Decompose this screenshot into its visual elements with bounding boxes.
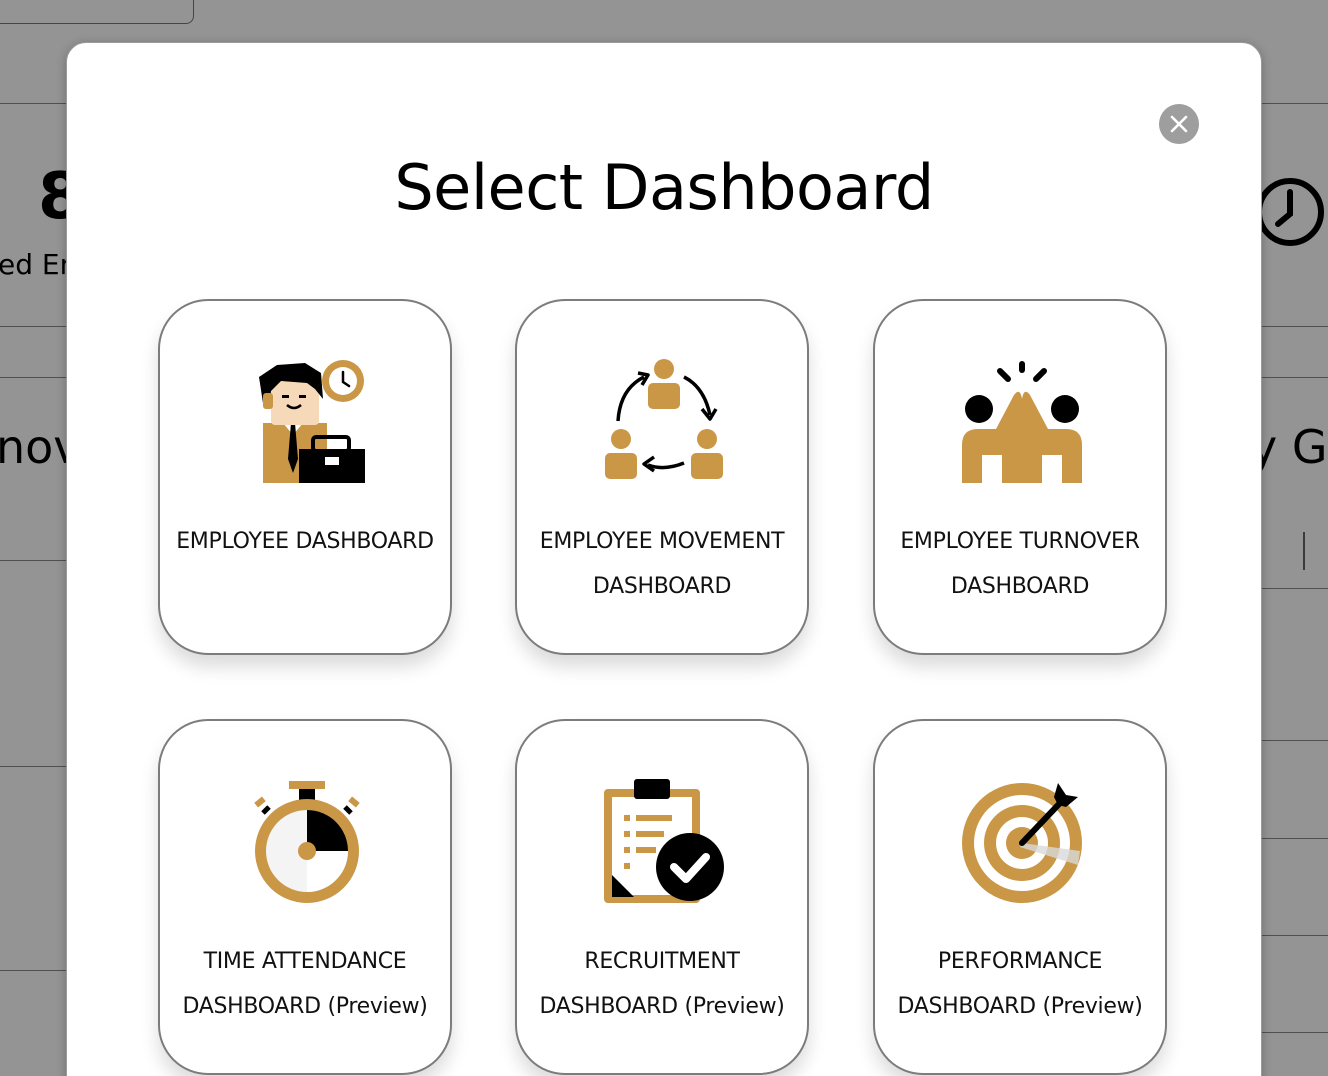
close-button[interactable] (1159, 104, 1199, 144)
card-label: EMPLOYEE TURNOVER DASHBOARD (900, 529, 1140, 599)
card-label: PERFORMANCE DASHBOARD (Preview) (897, 949, 1143, 1019)
card-label: RECRUITMENT DASHBOARD (Preview) (539, 949, 785, 1019)
select-dashboard-modal: Select Dashboard EMPLOYEE DASHBOARD EMPL… (66, 42, 1262, 1076)
clipboard-check-icon (604, 779, 724, 903)
employee-movement-dashboard-card[interactable]: EMPLOYEE MOVEMENT DASHBOARD (515, 299, 809, 655)
close-icon (1170, 115, 1188, 133)
time-attendance-dashboard-card[interactable]: TIME ATTENDANCE DASHBOARD (Preview) (158, 719, 452, 1075)
employee-turnover-dashboard-card[interactable]: EMPLOYEE TURNOVER DASHBOARD (873, 299, 1167, 655)
high-five-icon (962, 361, 1082, 483)
modal-title: Select Dashboard (394, 151, 934, 224)
employee-dashboard-card[interactable]: EMPLOYEE DASHBOARD (158, 299, 452, 655)
employee-icon (259, 360, 365, 483)
target-icon (962, 783, 1082, 903)
card-label: EMPLOYEE MOVEMENT DASHBOARD (539, 529, 785, 599)
card-label: TIME ATTENDANCE DASHBOARD (Preview) (182, 949, 428, 1019)
movement-cycle-icon (605, 359, 723, 479)
recruitment-dashboard-card[interactable]: RECRUITMENT DASHBOARD (Preview) (515, 719, 809, 1075)
stopwatch-icon (254, 781, 360, 903)
card-label: EMPLOYEE DASHBOARD (176, 529, 434, 554)
performance-dashboard-card[interactable]: PERFORMANCE DASHBOARD (Preview) (873, 719, 1167, 1075)
